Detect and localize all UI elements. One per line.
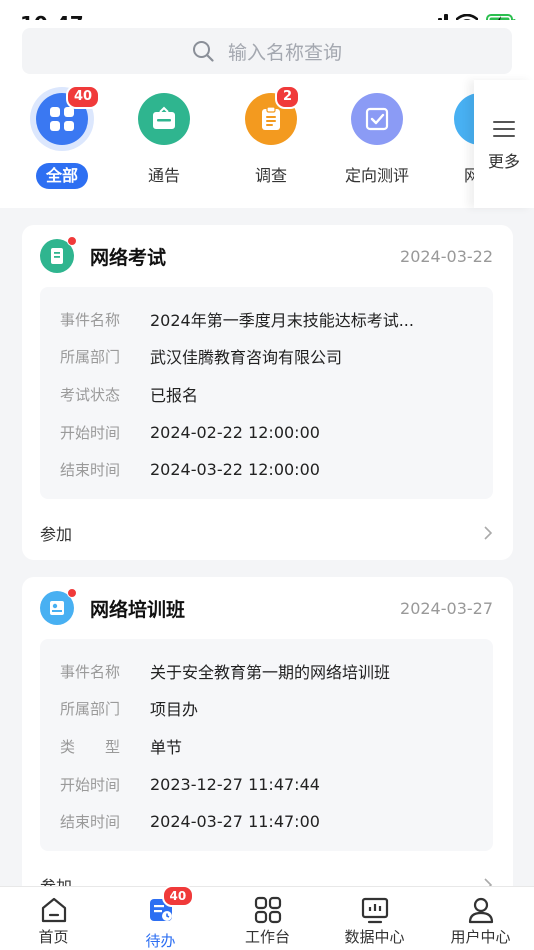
search-input[interactable]: 输入名称查询 xyxy=(22,28,512,74)
category-badge: 2 xyxy=(275,85,301,109)
more-button[interactable]: 更多 xyxy=(474,80,534,208)
task-card[interactable]: 网络考试 2024-03-22 事件名称 2024年第一季度月末技能达标考试..… xyxy=(22,225,513,560)
todo-icon-wrap: 40 xyxy=(146,885,195,929)
category-label: 全部 xyxy=(35,163,88,189)
chevron-right-icon xyxy=(484,526,493,540)
tab-label: 工作台 xyxy=(244,928,290,946)
detail-row: 事件名称 2024年第一季度月末技能达标考试... xyxy=(60,307,414,331)
card-header: 网络考试 2024-03-22 xyxy=(40,236,493,273)
detail-value: 关于安全教育第一期的网络培训班 xyxy=(150,663,391,682)
category-badge: 40 xyxy=(66,85,101,109)
detail-value: 2024年第一季度月末技能达标考试... xyxy=(150,311,414,330)
tab-data-center[interactable]: 数据中心 xyxy=(321,887,428,950)
detail-value: 武汉佳腾教育咨询有限公司 xyxy=(150,348,343,367)
task-card[interactable]: 网络培训班 2024-03-27 事件名称 关于安全教育第一期的网络培训班 所属… xyxy=(22,577,513,897)
tab-workbench[interactable]: 工作台 xyxy=(214,887,321,950)
join-label: 参加 xyxy=(40,525,73,544)
category-label: 定向测评 xyxy=(344,166,409,185)
tab-label: 首页 xyxy=(38,928,69,946)
card-title: 网络考试 xyxy=(90,246,167,269)
detail-label: 结束时间 xyxy=(60,812,121,831)
detail-label: 所属部门 xyxy=(60,347,121,366)
tab-badge: 40 xyxy=(161,885,195,907)
category-targeted-assessment[interactable]: 定向测评 xyxy=(327,80,427,189)
detail-label: 事件名称 xyxy=(60,310,121,329)
detail-label: 事件名称 xyxy=(60,662,121,681)
grid-icon: 40 xyxy=(36,85,101,145)
category-bar: 40 全部 通告 2 调查 定向测评 更多 xyxy=(0,80,534,208)
search-area: 输入名称查询 xyxy=(0,20,534,80)
tab-label: 用户中心 xyxy=(450,928,511,946)
category-survey[interactable]: 2 调查 xyxy=(221,80,321,189)
detail-label: 所属部门 xyxy=(60,699,121,718)
more-label: 更多 xyxy=(487,152,520,171)
category-notice[interactable]: 通告 xyxy=(114,80,214,189)
training-icon xyxy=(40,588,77,625)
detail-row: 结束时间 2024-03-22 12:00:00 xyxy=(60,457,320,481)
detail-value: 项目办 xyxy=(150,700,199,719)
detail-row: 事件名称 关于安全教育第一期的网络培训班 xyxy=(60,659,390,683)
detail-row: 考试状态 已报名 xyxy=(60,382,198,406)
detail-value: 2024-02-22 12:00:00 xyxy=(150,422,320,442)
detail-row: 开始时间 2024-02-22 12:00:00 xyxy=(60,420,320,444)
detail-label: 结束时间 xyxy=(60,460,121,479)
data-center-icon xyxy=(361,897,388,924)
card-details: 事件名称 关于安全教育第一期的网络培训班 所属部门 项目办 类 型 单节 开始时… xyxy=(40,639,493,851)
category-all[interactable]: 40 全部 xyxy=(12,80,112,189)
detail-label: 开始时间 xyxy=(60,423,121,442)
user-icon xyxy=(468,897,493,924)
detail-value: 2024-03-27 11:47:00 xyxy=(150,811,320,831)
clipboard-icon: 2 xyxy=(245,85,301,145)
search-placeholder: 输入名称查询 xyxy=(227,41,342,64)
unread-dot xyxy=(67,236,77,246)
tab-bar: 首页 40 待办 工作台 数据中心 用户中心 xyxy=(0,885,534,950)
workbench-icon xyxy=(254,896,281,924)
search-icon xyxy=(192,41,214,62)
detail-row: 所属部门 武汉佳腾教育咨询有限公司 xyxy=(60,344,342,368)
tab-home[interactable]: 首页 xyxy=(0,887,107,950)
detail-label: 考试状态 xyxy=(60,385,121,404)
check-doc-icon xyxy=(351,93,403,145)
detail-value: 已报名 xyxy=(150,386,199,405)
detail-row: 所属部门 项目办 xyxy=(60,696,198,720)
detail-row: 类 型 单节 xyxy=(60,734,182,758)
card-date: 2024-03-22 xyxy=(400,246,493,266)
card-title: 网络培训班 xyxy=(90,598,186,621)
notice-board-icon xyxy=(138,93,190,145)
category-label: 调查 xyxy=(254,166,287,185)
exam-icon xyxy=(40,236,77,273)
detail-row: 开始时间 2023-12-27 11:47:44 xyxy=(60,772,320,796)
detail-row: 结束时间 2024-03-27 11:47:00 xyxy=(60,809,320,833)
card-details: 事件名称 2024年第一季度月末技能达标考试... 所属部门 武汉佳腾教育咨询有… xyxy=(40,287,493,499)
card-date: 2024-03-27 xyxy=(400,598,493,618)
tab-user-center[interactable]: 用户中心 xyxy=(427,887,534,950)
join-button[interactable]: 参加 xyxy=(40,521,493,545)
unread-dot xyxy=(67,588,77,598)
detail-value: 单节 xyxy=(150,738,183,757)
detail-value: 2023-12-27 11:47:44 xyxy=(150,774,320,794)
tab-label: 待办 xyxy=(145,932,176,950)
tab-label: 数据中心 xyxy=(344,928,405,946)
tab-todo[interactable]: 40 待办 xyxy=(107,885,214,950)
detail-label: 类 型 xyxy=(60,737,121,756)
card-header: 网络培训班 2024-03-27 xyxy=(40,588,493,625)
menu-icon xyxy=(493,121,515,137)
category-label: 通告 xyxy=(147,166,180,185)
home-icon xyxy=(41,897,66,923)
detail-value: 2024-03-22 12:00:00 xyxy=(150,459,320,479)
detail-label: 开始时间 xyxy=(60,775,121,794)
